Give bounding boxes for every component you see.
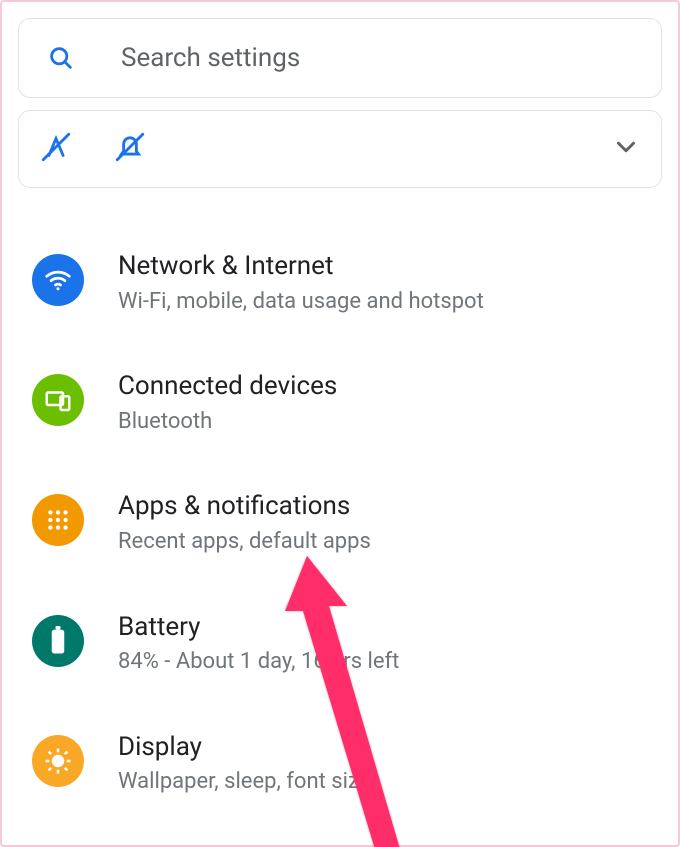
row-subtitle: Wi-Fi, mobile, data usage and hotspot xyxy=(118,287,658,317)
row-title: Display xyxy=(118,731,658,764)
row-connected-devices[interactable]: Connected devices Bluetooth xyxy=(2,352,678,472)
row-title: Network & Internet xyxy=(118,250,658,283)
row-title: Apps & notifications xyxy=(118,490,658,523)
battery-icon xyxy=(32,615,84,667)
row-title: Battery xyxy=(118,611,658,644)
row-display[interactable]: Display Wallpaper, sleep, font size xyxy=(2,713,678,833)
row-subtitle: 84% - About 1 day, 16 hrs left xyxy=(118,647,658,677)
search-placeholder: Search settings xyxy=(121,43,300,73)
row-network-internet[interactable]: Network & Internet Wi-Fi, mobile, data u… xyxy=(2,232,678,352)
row-subtitle: Recent apps, default apps xyxy=(118,527,658,557)
apps-icon xyxy=(32,494,84,546)
search-settings-bar[interactable]: Search settings xyxy=(18,18,662,98)
devices-icon xyxy=(32,374,84,426)
expand-icon[interactable] xyxy=(611,132,641,166)
row-battery[interactable]: Battery 84% - About 1 day, 16 hrs left xyxy=(2,593,678,713)
row-subtitle: Bluetooth xyxy=(118,407,658,437)
row-subtitle: Wallpaper, sleep, font size xyxy=(118,767,658,797)
suggestion-card[interactable] xyxy=(18,110,662,188)
settings-list: Network & Internet Wi-Fi, mobile, data u… xyxy=(2,212,678,833)
row-title: Connected devices xyxy=(118,370,658,403)
brightness-icon xyxy=(32,735,84,787)
search-icon xyxy=(47,44,91,72)
row-apps-notifications[interactable]: Apps & notifications Recent apps, defaul… xyxy=(2,472,678,592)
notifications-off-icon xyxy=(113,130,147,168)
data-off-icon xyxy=(39,130,73,168)
settings-screen: Search settings xyxy=(0,0,680,847)
wifi-icon xyxy=(32,254,84,306)
